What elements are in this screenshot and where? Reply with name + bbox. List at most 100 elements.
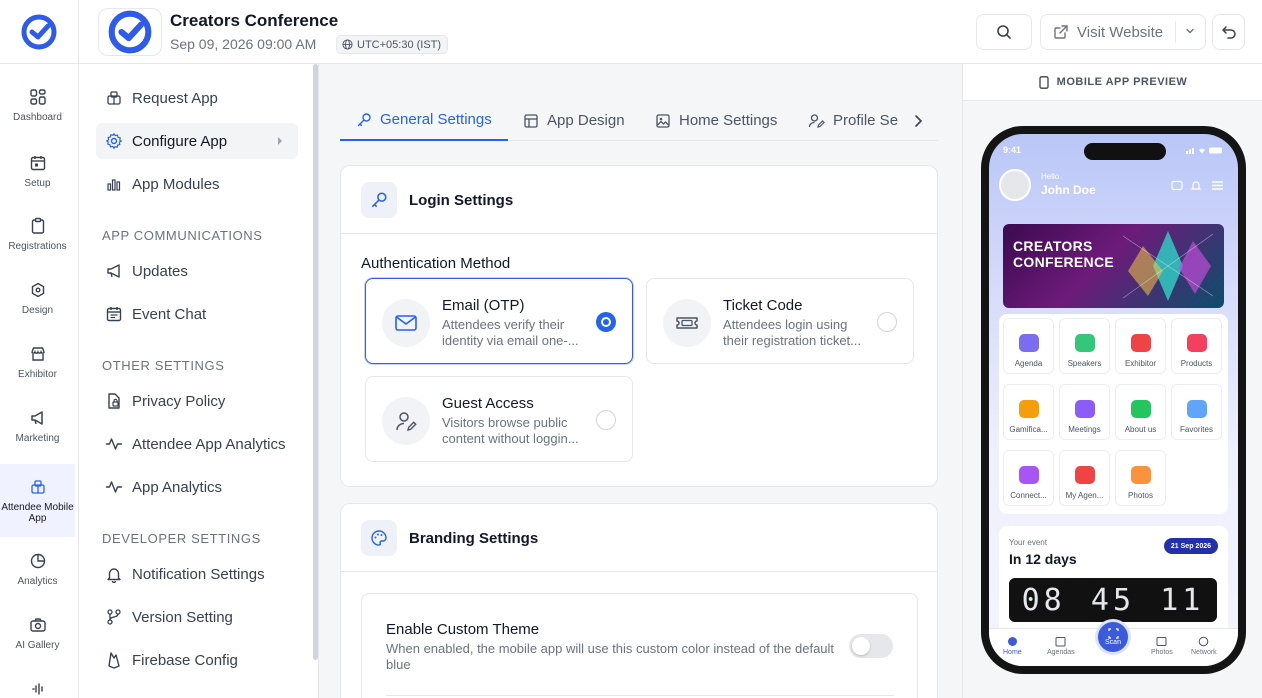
nav-agendas[interactable]: Agendas [1047,636,1075,656]
days-left: In 12 days [1009,551,1077,567]
avatar[interactable] [999,169,1031,201]
submenu-request-app[interactable]: Request App [96,80,298,116]
preview-heading: MOBILE APP PREVIEW [1056,76,1188,88]
countdown-value: 08 [1021,582,1066,618]
submenu-updates[interactable]: Updates [96,253,298,289]
rail-item-setup[interactable]: Setup [0,154,75,189]
rail-item-ai-gallery[interactable]: AI Gallery [0,616,75,651]
option-title: Email (OTP) [442,297,525,314]
rail-item-more[interactable] [0,680,75,698]
submenu-app-analytics[interactable]: App Analytics [96,469,298,505]
tab-home-settings[interactable]: Home Settings [655,100,777,141]
status-icons [1186,147,1222,154]
tab-app-design[interactable]: App Design [523,100,625,141]
countdown-display: 08 45 11 [1009,578,1217,622]
submenu-version-setting[interactable]: Version Setting [96,599,298,635]
rail-item-exhibitor[interactable]: Exhibitor [0,345,75,380]
radio-unselected[interactable] [877,312,897,332]
custom-theme-toggle[interactable] [849,634,893,658]
version-icon [107,609,121,625]
radio-unselected[interactable] [596,410,616,430]
module-tile[interactable]: Products [1171,318,1222,374]
nav-network[interactable]: Network [1191,636,1217,656]
rail-label: Dashboard [13,112,62,123]
module-tile[interactable]: Meetings [1059,384,1110,440]
submenu-label: Firebase Config [132,651,238,669]
module-tile[interactable]: Speakers [1059,318,1110,374]
search-button[interactable] [976,14,1032,50]
chevron-down-icon[interactable] [1184,25,1196,37]
submenu-notification-settings[interactable]: Notification Settings [96,556,298,592]
countdown-value: 45 [1090,582,1136,618]
module-tile[interactable]: Connect... [1003,450,1054,506]
rail-item-analytics[interactable]: Analytics [0,552,75,587]
countdown-card: Your event In 12 days 21 Sep 2026 08 45 … [999,526,1228,634]
event-date-badge: 21 Sep 2026 [1163,538,1218,554]
submenu-configure-app[interactable]: Configure App [96,123,298,159]
status-time: 9:41 [1003,145,1022,155]
submenu-privacy-policy[interactable]: Privacy Policy [96,383,298,419]
module-tile[interactable]: About us [1115,384,1166,440]
module-tile[interactable]: Photos [1115,450,1166,506]
tab-general-settings[interactable]: General Settings [340,100,508,141]
module-tile[interactable]: Favorites [1171,384,1222,440]
home-icon [1007,637,1017,646]
rail-label: Attendee Mobile App [1,501,74,524]
external-link-icon [1054,25,1068,39]
submenu-firebase-config[interactable]: Firebase Config [96,642,298,678]
rail-item-marketing[interactable]: Marketing [0,409,75,444]
card-title: Branding Settings [409,530,539,547]
phone-notch [1084,143,1166,160]
caret-right-icon [278,137,282,145]
auth-option-ticket-code[interactable]: Ticket Code Attendees login using their … [646,278,914,364]
submenu-event-chat[interactable]: Event Chat [96,296,298,332]
pie-chart-icon [30,553,45,569]
tabs-scroll-right-button[interactable] [912,100,928,141]
custom-theme-desc: When enabled, the mobile app will use th… [386,641,835,672]
submenu-scrollbar[interactable] [313,64,318,660]
section-heading-other-settings: OTHER SETTINGS [102,358,225,373]
menu-icon[interactable] [1211,180,1224,191]
card-header: Login Settings [341,166,937,234]
undo-button[interactable] [1212,14,1245,50]
tab-label: General Settings [380,111,492,128]
auth-option-guest-access[interactable]: Guest Access Visitors browse public cont… [365,376,633,462]
submenu-label: Privacy Policy [132,392,226,410]
module-tile[interactable]: Gamifica... [1003,384,1054,440]
module-tile[interactable]: Exhibitor [1115,318,1166,374]
nav-scan-button[interactable]: Scan [1095,619,1131,655]
rail-label: AI Gallery [15,640,60,651]
app-logo[interactable] [0,0,79,64]
settings-tabs: General Settings App Design Home Setting… [340,100,938,141]
rail-item-dashboard[interactable]: Dashboard [0,88,75,123]
submenu-label: Updates [132,262,188,280]
palette-icon [361,520,397,556]
radio-selected[interactable] [596,312,616,332]
nav-home[interactable]: Home [1003,636,1022,656]
calendar-icon [106,307,122,322]
key-icon [357,112,371,126]
visit-website-button[interactable]: Visit Website [1040,14,1206,50]
rail-label: Exhibitor [18,369,57,380]
option-desc: Attendees login using their registration… [723,317,861,348]
bar-chart-icon [107,179,121,191]
submenu-label: Event Chat [132,305,207,323]
submenu-label: Attendee App Analytics [132,435,286,453]
tab-profile-settings[interactable]: Profile Se [808,100,912,141]
submenu-attendee-app-analytics[interactable]: Attendee App Analytics [96,426,298,462]
chat-icon[interactable] [1171,180,1183,192]
auth-option-email-otp[interactable]: Email (OTP) Attendees verify their ident… [365,278,633,364]
module-tile[interactable]: My Agen... [1059,450,1110,506]
submenu-app-modules[interactable]: App Modules [96,166,298,202]
nav-photos[interactable]: Photos [1151,636,1173,656]
event-logo[interactable] [98,8,162,56]
event-banner[interactable]: CREATORS CONFERENCE [1003,224,1224,308]
bell-icon[interactable] [1190,179,1202,192]
card-header: Branding Settings [341,504,937,572]
phone-icon [1039,75,1049,89]
rail-item-design[interactable]: Design [0,281,75,316]
rail-item-registrations[interactable]: Registrations [0,217,75,252]
login-settings-card: Login Settings Authentication Method Ema… [340,165,938,487]
rail-item-attendee-mobile-app[interactable]: Attendee Mobile App [0,464,75,537]
module-tile[interactable]: Agenda [1003,318,1054,374]
